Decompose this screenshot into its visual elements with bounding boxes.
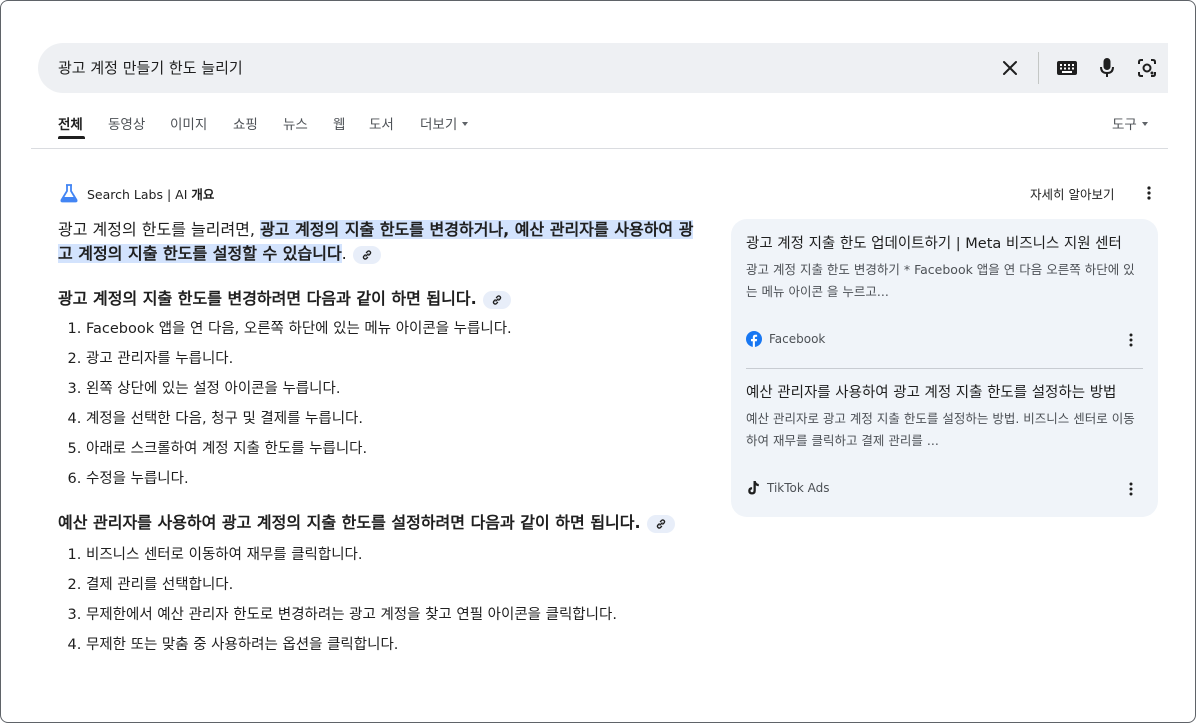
facebook-icon [746,331,762,347]
link-icon [492,294,501,305]
tools-label: 도구 [1112,117,1137,133]
list-item: 결제 관리를 선택합니다. [86,570,698,600]
tab-images[interactable]: 이미지 [170,113,207,133]
source-site[interactable]: TikTok Ads [746,480,830,496]
link-icon [656,518,665,529]
section2-heading-text: 예산 관리자를 사용하여 광고 계정의 지출 한도를 설정하려면 다음과 같이 … [58,513,641,532]
tools-button[interactable]: 도구 [1112,113,1148,133]
source-title[interactable]: 예산 관리자를 사용하여 광고 계정 지출 한도를 설정하는 방법 [746,382,1141,404]
active-tab-indicator [58,136,85,139]
summary-end: . [341,244,347,263]
source-link-chip[interactable] [646,514,675,533]
source-card[interactable]: 예산 관리자를 사용하여 광고 계정 지출 한도를 설정하는 방법 예산 관리자… [746,382,1141,452]
ai-overview-header: Search Labs | AI 개요 [59,181,214,205]
list-item: 수정을 누릅니다. [86,464,698,494]
search-labs-label: Search Labs | AI 개요 [87,184,214,203]
source-site-name: Facebook [769,332,826,346]
source-title[interactable]: 광고 계정 지출 한도 업데이트하기 | Meta 비즈니스 지원 센터 [746,233,1141,255]
microphone-icon[interactable] [1095,56,1119,80]
tab-all[interactable]: 전체 [58,113,83,133]
tab-news[interactable]: 뉴스 [283,113,308,133]
summary-text: 광고 계정의 한도를 늘리려면, [58,220,261,239]
section2-heading: 예산 관리자를 사용하여 광고 계정의 지출 한도를 설정하려면 다음과 같이 … [58,509,698,536]
caret-down-icon [1141,122,1148,126]
search-bar[interactable]: 광고 계정 만들기 한도 늘리기 [38,43,1168,93]
source-card[interactable]: 광고 계정 지출 한도 업데이트하기 | Meta 비즈니스 지원 센터 광고 … [746,233,1141,303]
list-item: 무제한에서 예산 관리자 한도로 변경하려는 광고 계정을 찾고 연필 아이콘을… [86,600,698,630]
tab-more[interactable]: 더보기 [420,113,469,133]
section1-heading: 광고 계정의 지출 한도를 변경하려면 다음과 같이 하면 됩니다. [58,285,698,312]
search-input[interactable]: 광고 계정 만들기 한도 늘리기 [58,57,243,78]
source-site-name: TikTok Ads [767,481,830,495]
source-snippet: 광고 계정 지출 한도 변경하기 * Facebook 앱을 연 다음 오른쪽 … [746,262,1135,299]
search-labs-brand: Search Labs | AI [87,186,188,202]
list-item: 아래로 스크롤하여 계정 지출 한도를 누릅니다. [86,434,698,464]
tiktok-icon [748,481,759,495]
caret-down-icon [462,122,469,126]
list-item: 왼쪽 상단에 있는 설정 아이콘을 누릅니다. [86,374,698,404]
section2-steps: 비즈니스 센터로 이동하여 재무를 클릭합니다. 결제 관리를 선택합니다. 무… [58,540,698,660]
source-divider [746,368,1143,369]
clear-search-icon[interactable] [998,56,1022,80]
search-labs-overview: 개요 [191,186,215,202]
tab-web[interactable]: 웹 [333,113,345,133]
list-item: 비즈니스 센터로 이동하여 재무를 클릭합니다. [86,540,698,570]
list-item: 계정을 선택한 다음, 청구 및 결제를 누릅니다. [86,404,698,434]
more-options-icon[interactable] [1141,184,1157,202]
tabs-divider [31,148,1168,149]
lens-camera-icon[interactable] [1135,56,1159,80]
source-site[interactable]: Facebook [746,331,825,347]
link-icon [362,249,372,260]
keyboard-icon[interactable] [1055,56,1079,80]
more-options-icon[interactable] [1123,480,1139,498]
learn-more-link[interactable]: 자세히 알아보기 [1030,184,1114,203]
more-options-icon[interactable] [1123,331,1139,349]
source-snippet: 예산 관리자로 광고 계정 지출 한도를 설정하는 방법. 비즈니스 센터로 이… [746,411,1135,448]
tab-books[interactable]: 도서 [369,113,394,133]
ai-summary: 광고 계정의 한도를 늘리려면, 광고 계정의 지출 한도를 변경하거나, 예산… [58,218,698,266]
tab-shopping[interactable]: 쇼핑 [233,113,258,133]
section1-heading-text: 광고 계정의 지출 한도를 변경하려면 다음과 같이 하면 됩니다. [58,289,477,308]
browser-frame: 광고 계정 만들기 한도 늘리기 전체 동영상 이미지 쇼핑 뉴스 웹 도서 더… [0,0,1196,723]
source-link-chip[interactable] [352,245,381,264]
section1-steps: Facebook 앱을 연 다음, 오른쪽 하단에 있는 메뉴 아이콘을 누릅니… [58,314,698,494]
search-divider [1038,52,1039,84]
flask-icon [60,184,78,203]
list-item: 광고 관리자를 누릅니다. [86,344,698,374]
tab-more-label: 더보기 [420,117,458,133]
ai-overview-body: 광고 계정의 한도를 늘리려면, 광고 계정의 지출 한도를 변경하거나, 예산… [58,218,698,660]
list-item: 무제한 또는 맞춤 중 사용하려는 옵션을 클릭합니다. [86,630,698,660]
source-link-chip[interactable] [482,290,511,309]
sources-panel: 광고 계정 지출 한도 업데이트하기 | Meta 비즈니스 지원 센터 광고 … [731,219,1158,517]
list-item: Facebook 앱을 연 다음, 오른쪽 하단에 있는 메뉴 아이콘을 누릅니… [86,314,698,344]
tab-videos[interactable]: 동영상 [108,113,145,133]
